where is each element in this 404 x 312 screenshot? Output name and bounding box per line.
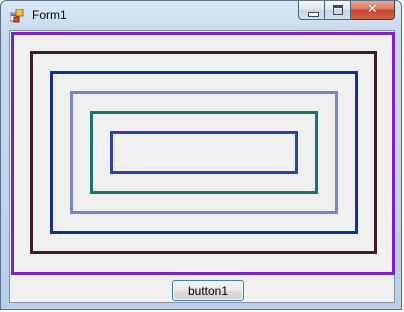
button1[interactable]: button1 [172, 280, 244, 301]
form-window: Form1 ✕ button1 [0, 0, 402, 310]
form-client-area: button1 [9, 30, 395, 303]
caption-buttons: ✕ [298, 1, 395, 21]
close-icon: ✕ [367, 2, 378, 17]
close-button[interactable]: ✕ [351, 1, 395, 20]
title-bar[interactable]: Form1 ✕ [1, 1, 401, 30]
maximize-button[interactable] [325, 1, 351, 20]
rect-blue [110, 131, 298, 174]
window-title: Form1 [32, 8, 67, 22]
minimize-button[interactable] [298, 1, 325, 20]
minimize-icon [308, 12, 319, 17]
app-icon [10, 9, 24, 23]
maximize-icon [333, 5, 343, 15]
